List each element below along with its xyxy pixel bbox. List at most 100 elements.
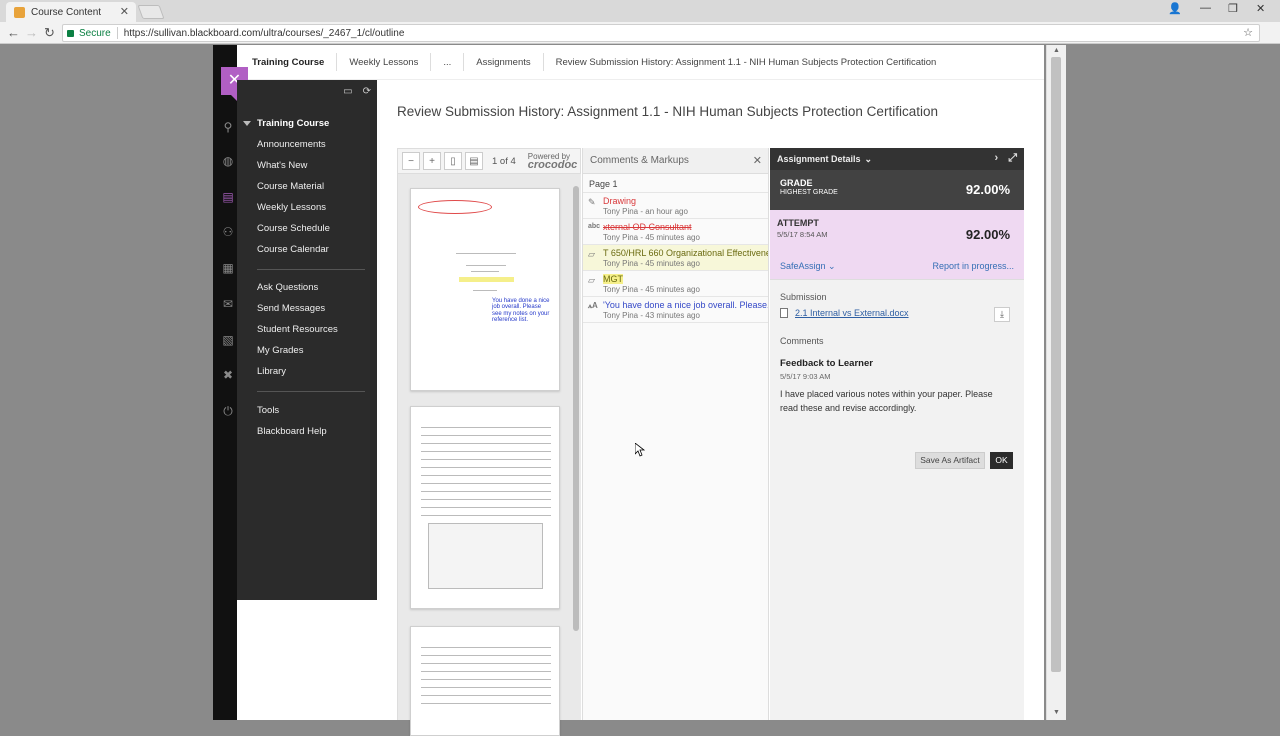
browser-tab-bar: Course Content ✕ 👤 — ❐ ✕ — [0, 0, 1280, 22]
menu-item-library[interactable]: Library — [257, 366, 286, 377]
page-thumbnail-2[interactable] — [410, 406, 560, 609]
tab-title: Course Content — [31, 6, 102, 18]
strikethrough-icon: abc — [588, 223, 601, 230]
menu-item-ask-questions[interactable]: Ask Questions — [257, 282, 318, 293]
report-link[interactable]: Report in progress... — [932, 261, 1014, 271]
comment-item[interactable]: ▱ MGT Tony Pina - 45 minutes ago — [583, 271, 768, 297]
menu-course-title[interactable]: Training Course — [257, 118, 329, 129]
comment-item[interactable]: ꭺA 'You have done a nice job overall. Pl… — [583, 297, 768, 323]
attempt-value: 92.00% — [965, 227, 1010, 242]
grades-icon[interactable]: ▧ — [221, 333, 235, 347]
page-scrollbar[interactable]: ▲ ▼ — [1046, 45, 1066, 720]
menu-item-announcements[interactable]: Announcements — [257, 139, 326, 150]
page-thumbnails[interactable]: You have done a nice job overall. Please… — [397, 174, 571, 736]
new-tab-button[interactable] — [137, 5, 165, 19]
menu-item-tools[interactable]: Tools — [257, 405, 279, 416]
highlight-icon: ▱ — [588, 249, 595, 259]
zoom-in-icon[interactable]: + — [423, 152, 441, 170]
maximize-icon[interactable]: ❐ — [1228, 2, 1238, 15]
breadcrumb-item[interactable]: Training Course — [252, 57, 324, 68]
assignment-details-panel: Assignment Details ⌄ › ⤢ GRADE HIGHEST GRA… — [770, 148, 1024, 720]
address-bar: ← → ↻ Secure https://sullivan.blackboard… — [0, 22, 1280, 44]
attempt-box[interactable]: ATTEMPT 5/5/17 8:54 AM 92.00% SafeAssign… — [770, 210, 1024, 280]
menu-item-my-grades[interactable]: My Grades — [257, 345, 303, 356]
collapse-caret-icon[interactable] — [243, 121, 251, 126]
page-select-icon[interactable]: ▤ — [465, 152, 483, 170]
comments-page-label: Page 1 — [583, 174, 768, 193]
lock-icon — [67, 29, 74, 37]
url-input[interactable]: Secure https://sullivan.blackboard.com/u… — [62, 24, 1260, 42]
signout-icon[interactable]: ⏻ — [221, 404, 235, 418]
chevron-down-icon: ⌄ — [828, 261, 836, 271]
scroll-up-icon[interactable]: ▲ — [1053, 47, 1060, 54]
ok-button[interactable]: OK — [990, 452, 1013, 469]
submission-label: Submission — [780, 292, 827, 302]
left-strip — [213, 45, 237, 720]
minimize-icon[interactable]: — — [1200, 2, 1211, 14]
drawing-markup[interactable] — [418, 200, 492, 214]
comments-header: Comments & Markups — [590, 155, 689, 166]
back-icon[interactable]: ← — [7, 25, 20, 40]
zoom-out-icon[interactable]: − — [402, 152, 420, 170]
courses-icon[interactable]: ▤ — [221, 190, 235, 204]
messages-icon[interactable]: ✉ — [221, 297, 235, 311]
expand-icon[interactable]: ⤢ — [1008, 152, 1017, 164]
tools-icon[interactable]: ✖ — [221, 368, 235, 382]
document-icon — [780, 308, 788, 318]
comments-panel: Comments & Markups ✕ Page 1 ✎ Drawing To… — [582, 148, 769, 720]
page-title: Review Submission History: Assignment 1.… — [397, 104, 938, 119]
menu-item-whats-new[interactable]: What's New — [257, 160, 307, 171]
crocodoc-logo: Powered by crocodoc — [527, 152, 578, 171]
details-header[interactable]: Assignment Details — [777, 154, 861, 164]
calendar-icon[interactable]: ▦ — [221, 261, 235, 275]
scroll-down-icon[interactable]: ▼ — [1053, 709, 1060, 716]
window-close-icon[interactable]: ✕ — [1256, 2, 1265, 15]
viewer-toolbar: − + ▯ ▤ 1 of 4 Powered by crocodoc — [397, 148, 581, 174]
secure-indicator[interactable]: Secure — [67, 28, 111, 39]
pencil-icon: ✎ — [588, 197, 596, 207]
user-icon[interactable]: ⚲ — [221, 120, 235, 134]
page-thumbnail-1[interactable]: You have done a nice job overall. Please… — [410, 188, 560, 391]
thumbnail-scrollbar[interactable] — [571, 174, 581, 720]
grade-box: GRADE HIGHEST GRADE 92.00% — [770, 170, 1024, 210]
submission-file-link[interactable]: 2.1 Internal vs External.docx — [780, 308, 909, 318]
organizations-icon[interactable]: ⚇ — [221, 225, 235, 239]
globe-icon[interactable]: ◍ — [221, 154, 235, 168]
breadcrumb-item[interactable]: ... — [443, 57, 451, 68]
menu-item-send-messages[interactable]: Send Messages — [257, 303, 325, 314]
fit-page-icon[interactable]: ▯ — [444, 152, 462, 170]
menu-item-student-resources[interactable]: Student Resources — [257, 324, 338, 335]
refresh-icon[interactable]: ⟳ — [363, 86, 371, 97]
highlight-icon: ▱ — [588, 275, 595, 285]
tab-close-icon[interactable]: ✕ — [120, 5, 129, 18]
breadcrumb-item[interactable]: Weekly Lessons — [349, 57, 418, 68]
chevron-right-icon[interactable]: › — [995, 152, 999, 164]
note-markup[interactable]: You have done a nice job overall. Please… — [492, 298, 552, 323]
page-counter: 1 of 4 — [492, 155, 516, 167]
safeassign-dropdown[interactable]: SafeAssign ⌄ — [780, 261, 836, 272]
menu-item-course-material[interactable]: Course Material — [257, 181, 324, 192]
save-as-artifact-button[interactable]: Save As Artifact — [915, 452, 985, 469]
grade-value: 92.00% — [965, 182, 1010, 197]
breadcrumb-item[interactable]: Assignments — [476, 57, 530, 68]
comments-label: Comments — [780, 336, 824, 346]
feedback-title: Feedback to Learner — [780, 358, 873, 369]
comment-item[interactable]: ✎ Drawing Tony Pina - an hour ago — [583, 193, 768, 219]
chevron-down-icon[interactable]: ⌄ — [865, 154, 873, 165]
profile-icon[interactable]: 👤 — [1168, 2, 1182, 15]
bookmark-star-icon[interactable]: ☆ — [1243, 26, 1253, 39]
menu-item-course-calendar[interactable]: Course Calendar — [257, 244, 329, 255]
download-icon[interactable]: ⤓ — [994, 307, 1010, 322]
feedback-text: I have placed various notes within your … — [780, 389, 993, 413]
forward-icon[interactable]: → — [25, 25, 38, 40]
menu-item-weekly-lessons[interactable]: Weekly Lessons — [257, 202, 326, 213]
favicon-icon — [14, 6, 25, 18]
menu-item-blackboard-help[interactable]: Blackboard Help — [257, 426, 327, 437]
browser-tab[interactable]: Course Content ✕ — [6, 2, 136, 22]
folder-icon[interactable]: ▭ — [343, 86, 352, 97]
reload-icon[interactable]: ↻ — [44, 25, 55, 41]
comment-item[interactable]: ▱ T 650/HRL 660 Organizational Effective… — [583, 245, 768, 271]
close-comments-icon[interactable]: ✕ — [753, 154, 762, 167]
menu-item-course-schedule[interactable]: Course Schedule — [257, 223, 330, 234]
comment-item[interactable]: abc xternal OD Consultant Tony Pina - 45… — [583, 219, 768, 245]
